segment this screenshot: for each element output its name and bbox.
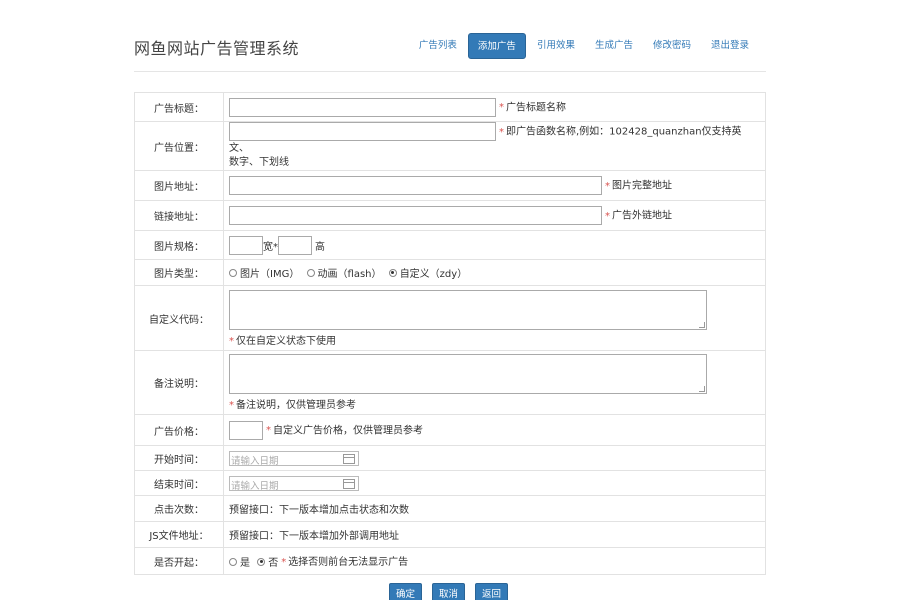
- row-ad-title: 广告标题： * 广告标题名称: [134, 92, 766, 122]
- start-time-cell: 请输入日期: [223, 445, 766, 471]
- row-image-type: 图片类型： 图片（IMG） 动画（flash） 自定义（zdy）: [134, 259, 766, 286]
- confirm-button[interactable]: 确定: [389, 583, 423, 600]
- remarks-label: 备注说明：: [134, 350, 224, 415]
- required-mark: *: [229, 335, 234, 347]
- nav-add-ad[interactable]: 添加广告: [467, 33, 526, 59]
- required-mark: *: [499, 102, 504, 113]
- row-custom-code: 自定义代码： * 仅在自定义状态下使用: [134, 285, 766, 351]
- ad-title-input[interactable]: [229, 97, 496, 117]
- image-url-hint: 图片完整地址: [612, 180, 672, 192]
- ad-title-cell: * 广告标题名称: [223, 92, 766, 122]
- row-remarks: 备注说明： * 备注说明，仅供管理员参考: [134, 350, 766, 415]
- remarks-cell: * 备注说明，仅供管理员参考: [223, 350, 766, 415]
- required-mark: *: [605, 210, 610, 222]
- ad-title-hint: 广告标题名称: [506, 102, 566, 113]
- ad-position-label: 广告位置：: [134, 121, 224, 171]
- enabled-label: 是否开起：: [134, 547, 224, 575]
- width-unit: 宽*: [263, 241, 278, 253]
- required-mark: *: [605, 180, 610, 192]
- link-url-input[interactable]: [229, 206, 602, 225]
- row-image-size: 图片规格： 宽* 高: [134, 230, 766, 260]
- remarks-hint: 备注说明，仅供管理员参考: [236, 400, 356, 411]
- custom-code-textarea[interactable]: [229, 289, 707, 330]
- ad-position-input[interactable]: [229, 122, 496, 141]
- required-mark: *: [229, 400, 234, 411]
- width-input[interactable]: [229, 235, 263, 255]
- row-link-url: 链接地址： * 广告外链地址: [134, 200, 766, 231]
- radio-zdy[interactable]: [388, 268, 397, 277]
- site-title: 网鱼网站广告管理系统: [134, 39, 300, 58]
- image-url-input[interactable]: [229, 176, 602, 195]
- ad-title-label: 广告标题：: [134, 92, 224, 122]
- top-nav: 广告列表 添加广告 引用效果 生成广告 修改密码 退出登录: [408, 33, 758, 59]
- enabled-hint: 选择否则前台无法显示广告: [288, 556, 409, 568]
- back-button[interactable]: 返回: [475, 583, 509, 600]
- link-url-label: 链接地址：: [134, 200, 224, 231]
- calendar-icon[interactable]: [343, 478, 355, 489]
- end-date-input[interactable]: 请输入日期: [229, 475, 359, 492]
- row-ad-price: 广告价格： * 自定义广告价格，仅供管理员参考: [134, 414, 766, 446]
- link-url-cell: * 广告外链地址: [223, 200, 766, 231]
- enabled-cell: 是 否 * 选择否则前台无法显示广告: [223, 547, 766, 575]
- image-url-cell: * 图片完整地址: [223, 170, 766, 201]
- ad-price-hint: 自定义广告价格，仅供管理员参考: [273, 425, 423, 436]
- form-actions: 确定 取消 返回: [389, 583, 509, 600]
- remarks-textarea[interactable]: [229, 354, 707, 394]
- clicks-text: 预留接口：下一版本增加点击状态和次数: [223, 495, 766, 522]
- ad-price-label: 广告价格：: [134, 414, 224, 446]
- nav-generate-ad[interactable]: 生成广告: [586, 33, 642, 59]
- row-clicks: 点击次数： 预留接口：下一版本增加点击状态和次数: [134, 495, 766, 522]
- image-size-label: 图片规格：: [134, 230, 224, 260]
- row-start-time: 开始时间： 请输入日期: [134, 445, 766, 471]
- custom-code-hint: 仅在自定义状态下使用: [236, 335, 336, 347]
- radio-zdy-label: 自定义（zdy）: [399, 269, 468, 280]
- required-mark: *: [281, 556, 287, 568]
- start-date-placeholder: 请输入日期: [231, 455, 279, 467]
- row-end-time: 结束时间： 请输入日期: [134, 470, 766, 496]
- radio-flash[interactable]: [306, 268, 315, 277]
- image-type-label: 图片类型：: [134, 259, 224, 286]
- js-url-text: 预留接口：下一版本增加外部调用地址: [223, 521, 766, 548]
- start-time-label: 开始时间：: [134, 445, 224, 471]
- js-url-label: JS文件地址：: [134, 521, 224, 548]
- end-time-label: 结束时间：: [134, 470, 224, 496]
- calendar-icon[interactable]: [343, 453, 355, 464]
- row-enabled: 是否开起： 是 否 * 选择否则前台无法显示广告: [134, 547, 766, 575]
- image-type-cell: 图片（IMG） 动画（flash） 自定义（zdy）: [223, 259, 766, 286]
- custom-code-label: 自定义代码：: [134, 285, 224, 351]
- custom-code-cell: * 仅在自定义状态下使用: [223, 285, 766, 351]
- nav-logout[interactable]: 退出登录: [702, 33, 758, 59]
- row-image-url: 图片地址： * 图片完整地址: [134, 170, 766, 201]
- row-ad-position: 广告位置： * 即广告函数名称,例如：102428_quanzhan仅支持英文、 …: [134, 121, 766, 171]
- radio-flash-label: 动画（flash）: [317, 269, 382, 280]
- nav-change-password[interactable]: 修改密码: [644, 33, 700, 59]
- height-input[interactable]: [278, 235, 312, 255]
- radio-yes-label: 是: [240, 558, 250, 570]
- required-mark: *: [266, 425, 271, 436]
- end-date-placeholder: 请输入日期: [231, 480, 279, 492]
- page-header: 网鱼网站广告管理系统 广告列表 添加广告 引用效果 生成广告 修改密码 退出登录: [134, 30, 766, 72]
- image-size-cell: 宽* 高: [223, 230, 766, 260]
- clicks-label: 点击次数：: [134, 495, 224, 522]
- image-url-label: 图片地址：: [134, 170, 224, 201]
- radio-img[interactable]: [229, 268, 237, 277]
- start-date-input[interactable]: 请输入日期: [229, 450, 359, 467]
- nav-ad-list[interactable]: 广告列表: [410, 33, 466, 59]
- row-js-url: JS文件地址： 预留接口：下一版本增加外部调用地址: [134, 521, 766, 548]
- ad-position-hint-cont: 数字、下划线: [229, 157, 289, 168]
- radio-yes[interactable]: [229, 557, 237, 566]
- link-url-hint: 广告外链地址: [612, 210, 672, 222]
- radio-no[interactable]: [257, 557, 266, 566]
- ad-price-cell: * 自定义广告价格，仅供管理员参考: [223, 414, 766, 446]
- end-time-cell: 请输入日期: [223, 470, 766, 496]
- cancel-button[interactable]: 取消: [432, 583, 466, 600]
- radio-no-label: 否: [268, 558, 279, 570]
- ad-position-cell: * 即广告函数名称,例如：102428_quanzhan仅支持英文、 数字、下划线: [223, 121, 766, 171]
- required-mark: *: [499, 126, 504, 138]
- ad-price-input[interactable]: [229, 420, 263, 440]
- height-unit: 高: [315, 241, 325, 253]
- ad-form-table: 广告标题： * 广告标题名称 广告位置： * 即广告函数名称,例如：102428_q…: [134, 92, 766, 575]
- radio-img-label: 图片（IMG）: [240, 269, 300, 280]
- nav-reference-effect[interactable]: 引用效果: [528, 33, 584, 59]
